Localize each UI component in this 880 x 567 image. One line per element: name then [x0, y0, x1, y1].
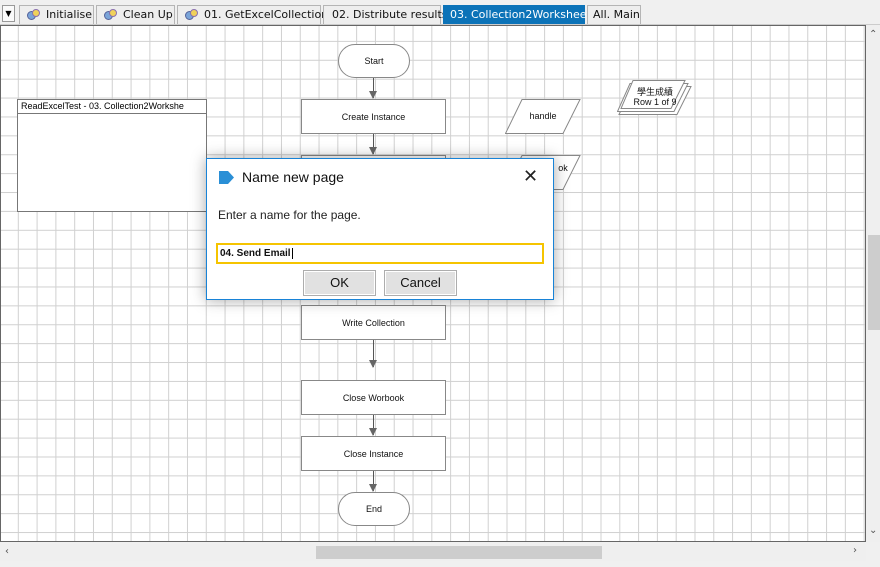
tab-label: 03. Collection2Worksheet: [450, 8, 591, 21]
page-name-value: 04. Send Email: [220, 248, 291, 259]
flow-arrow: [369, 415, 377, 436]
process-icon: [26, 8, 40, 20]
tab-clean-up[interactable]: Clean Up: [96, 5, 175, 24]
end-stage[interactable]: End: [338, 492, 410, 526]
tab-getexcelcollection[interactable]: 01. GetExcelCollection: [177, 5, 328, 24]
tab-dropdown-button[interactable]: ▼: [2, 5, 15, 22]
scroll-right-icon[interactable]: ›: [853, 545, 857, 556]
scroll-up-icon[interactable]: ⌃: [869, 29, 877, 40]
flow-arrow: [369, 134, 377, 155]
tab-label: 01. GetExcelCollection: [204, 8, 329, 21]
write-collection-stage[interactable]: Write Collection: [301, 305, 446, 340]
page-name-input[interactable]: 04. Send Email: [216, 243, 544, 264]
tab-label: All. Main: [593, 8, 640, 21]
name-new-page-dialog: Name new page ✕ Enter a name for the pag…: [206, 158, 554, 300]
text-cursor: [291, 248, 293, 259]
flow-arrow: [369, 471, 377, 492]
horizontal-scrollbar[interactable]: ‹ ›: [0, 544, 866, 561]
tab-distribute-results[interactable]: 02. Distribute results: [323, 5, 448, 24]
collection-row-label: Row 1 of 9: [633, 97, 677, 107]
data-item-label: handle: [529, 111, 557, 121]
tab-label: Initialise: [46, 8, 92, 21]
create-instance-stage[interactable]: Create Instance: [301, 99, 446, 134]
flow-arrow: [369, 340, 377, 368]
vertical-scrollbar[interactable]: ⌃ ⌄: [866, 25, 880, 542]
vertical-scroll-thumb[interactable]: [868, 235, 880, 330]
ok-button[interactable]: OK: [303, 270, 376, 296]
close-workbook-stage[interactable]: Close Worbook: [301, 380, 446, 415]
flow-arrow: [369, 78, 377, 99]
dialog-title: Name new page: [242, 169, 344, 185]
page-info-panel: ReadExcelTest - 03. Collection2Workshe: [17, 99, 207, 212]
cancel-button[interactable]: Cancel: [384, 270, 457, 296]
handle-data-item[interactable]: handle: [505, 99, 581, 134]
tab-label: Clean Up: [123, 8, 173, 21]
close-icon[interactable]: ✕: [523, 167, 538, 187]
dialog-message: Enter a name for the page.: [218, 208, 361, 222]
tab-initialise[interactable]: Initialise: [19, 5, 94, 24]
process-icon: [184, 8, 198, 20]
app-logo-icon: [219, 171, 234, 184]
scroll-down-icon[interactable]: ⌄: [869, 525, 877, 536]
start-stage[interactable]: Start: [338, 44, 410, 78]
scroll-left-icon[interactable]: ‹: [5, 546, 9, 557]
tab-label: 02. Distribute results: [332, 8, 448, 21]
tab-all-main[interactable]: All. Main: [587, 5, 641, 24]
horizontal-scroll-thumb[interactable]: [316, 546, 602, 559]
page-tab-bar: ▼ Initialise Clean Up 01. GetExcelCollec…: [0, 0, 880, 25]
page-info-title: ReadExcelTest - 03. Collection2Workshe: [18, 100, 206, 114]
close-instance-stage[interactable]: Close Instance: [301, 436, 446, 471]
collection-data-item[interactable]: 學生成績 Row 1 of 9: [617, 80, 693, 116]
tab-collection2worksheet[interactable]: 03. Collection2Worksheet: [443, 5, 591, 24]
process-icon: [103, 8, 117, 20]
